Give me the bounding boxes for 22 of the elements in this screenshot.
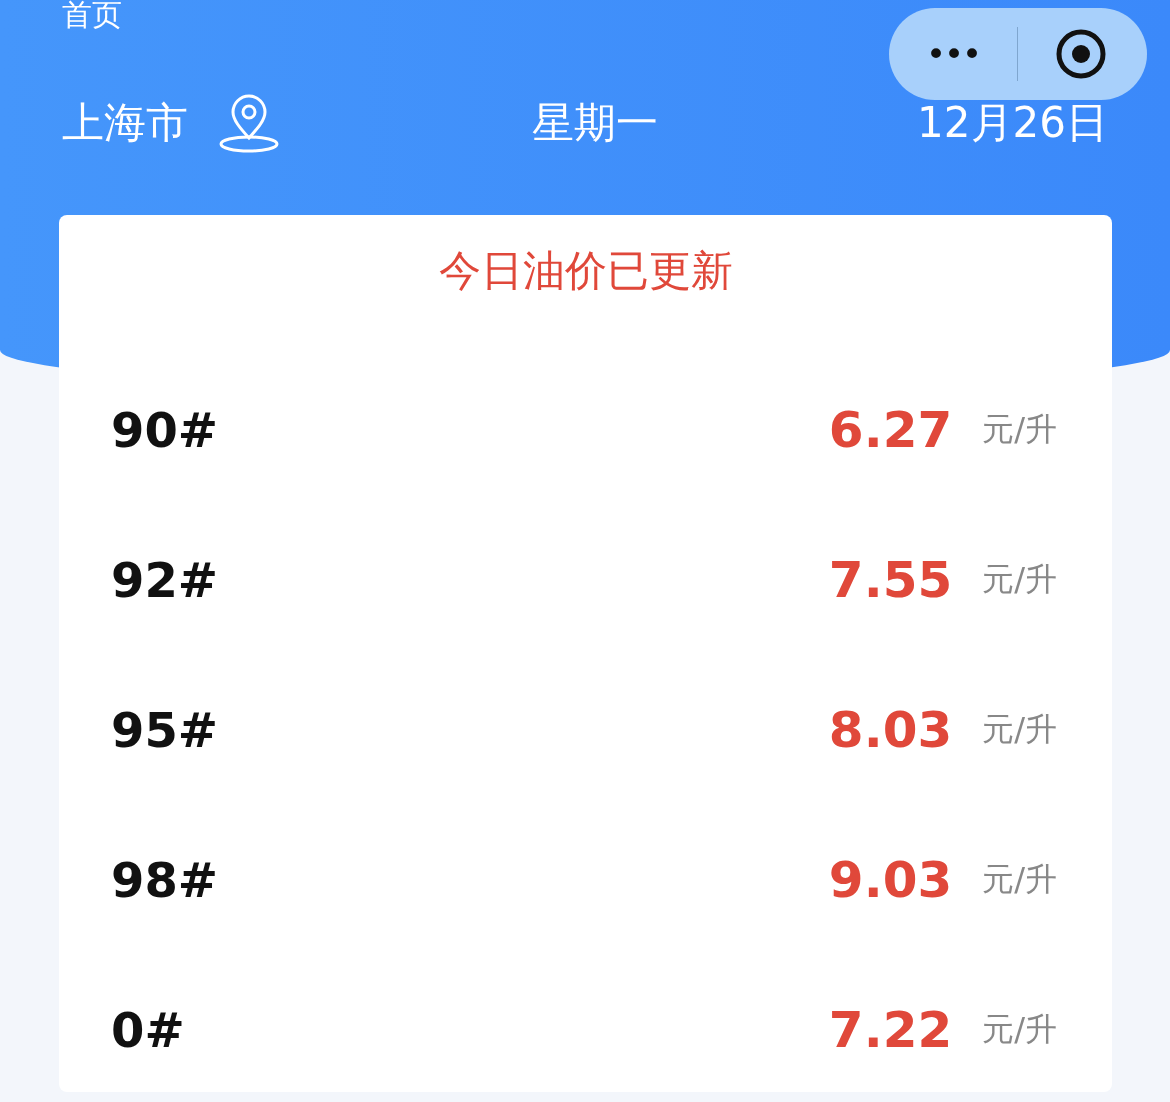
price-unit: 元/升 — [982, 709, 1057, 750]
price-unit: 元/升 — [982, 859, 1057, 900]
fuel-grade: 0# — [111, 1002, 186, 1058]
weekday: 星期一 — [532, 97, 659, 149]
price-unit: 元/升 — [982, 1009, 1057, 1050]
fuel-grade: 98# — [111, 852, 219, 908]
fuel-grade: 92# — [111, 552, 219, 608]
fuel-price: 8.03 — [828, 701, 953, 759]
fuel-price: 6.27 — [828, 401, 953, 459]
page-title: 首页 — [62, 0, 122, 30]
price-unit: 元/升 — [982, 409, 1057, 450]
fuel-price: 7.22 — [828, 1001, 953, 1059]
update-notice: 今日油价已更新 — [437, 245, 734, 297]
fuel-price: 7.55 — [828, 551, 953, 609]
more-button[interactable]: ••• — [889, 34, 1017, 74]
fuel-grade: 90# — [111, 402, 219, 458]
fuel-grade: 95# — [111, 702, 219, 758]
price-unit: 元/升 — [982, 559, 1057, 600]
location-pin-icon[interactable] — [218, 92, 280, 154]
close-target-icon[interactable] — [1055, 28, 1107, 80]
fuel-price: 9.03 — [828, 851, 953, 909]
date: 12月26日 — [917, 97, 1108, 149]
